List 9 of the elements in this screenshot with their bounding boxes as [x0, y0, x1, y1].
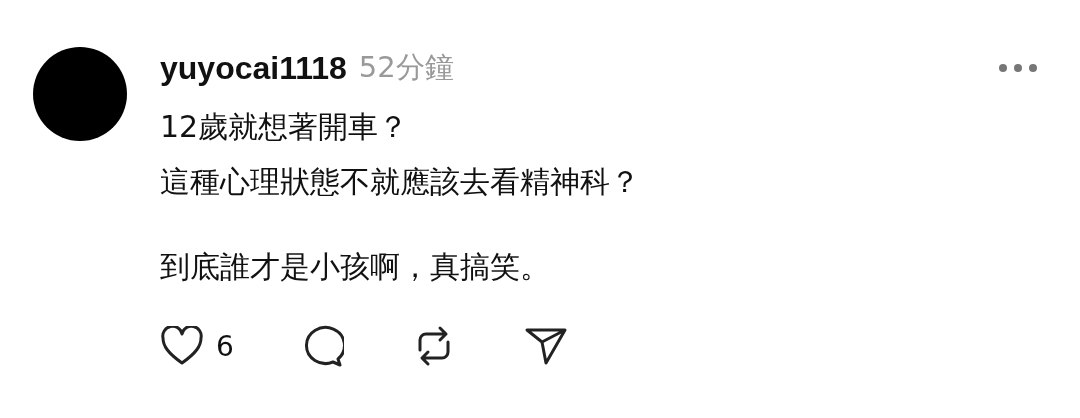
- post-text: 這種心理狀態不就應該去看精神科？: [160, 163, 641, 201]
- like-count: 6: [216, 329, 234, 363]
- post-time: 52分鐘: [358, 49, 454, 86]
- send-icon[interactable]: [523, 326, 568, 366]
- username[interactable]: yuyocai1118: [160, 49, 347, 87]
- post-text: 12歲就想著開車？: [160, 108, 410, 146]
- more-options-icon[interactable]: [998, 63, 1038, 73]
- heart-icon[interactable]: [160, 326, 204, 366]
- post-text: 到底誰才是小孩啊，真搞笑。: [160, 248, 551, 286]
